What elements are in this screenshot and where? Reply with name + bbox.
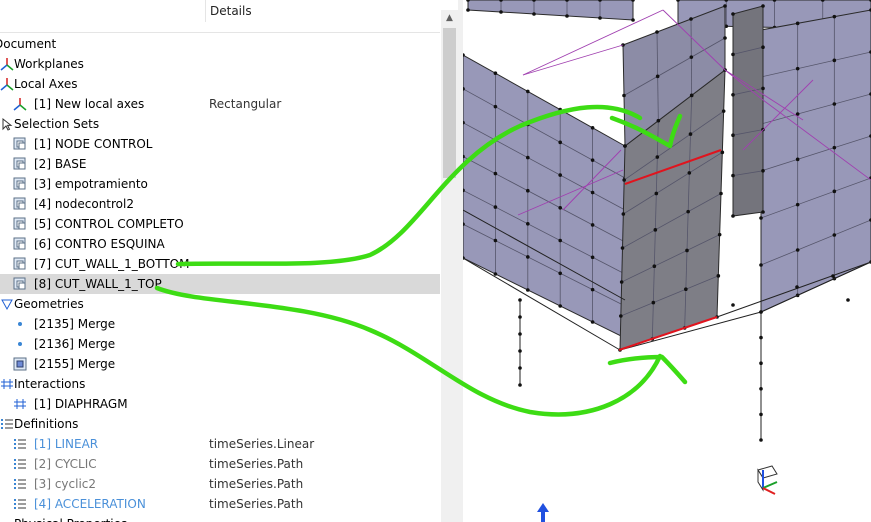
axes-icon	[13, 97, 27, 111]
tree-item-label: Selection Sets	[14, 117, 100, 131]
tree-item-local-axes[interactable]: Local Axes	[0, 74, 440, 94]
tree-item-detail: timeSeries.Path	[209, 477, 304, 491]
tree-item-label: [3] cyclic2	[34, 477, 97, 491]
tree-item-1-new-local-axes[interactable]: [1] New local axes Rectangular	[0, 94, 440, 114]
local-axes-icon	[0, 77, 14, 91]
definitions-icon	[0, 417, 14, 431]
wall-back-left	[466, 0, 635, 22]
tree-item-1-linear[interactable]: [1] LINEAR timeSeries.Linear	[0, 434, 440, 454]
tree-item-label: Document	[0, 37, 57, 51]
tree-item-label: Definitions	[14, 417, 79, 431]
selection-set-icon	[13, 157, 27, 171]
tree-item-document[interactable]: Document	[0, 34, 440, 54]
model-tree-panel: Details Document Workplanes Local Axes [1] …	[0, 0, 458, 522]
selection-sets-icon	[0, 117, 14, 131]
interactions-icon	[0, 377, 14, 391]
model-viewport[interactable]	[463, 0, 871, 522]
tree-item-label: Workplanes	[14, 57, 84, 71]
tree-item-4-nodecontrol2[interactable]: [4] nodecontrol2	[0, 194, 440, 214]
tree-item-label: Physical Properties	[14, 514, 127, 522]
selection-set-icon	[13, 257, 27, 271]
tree-item-5-control-completo[interactable]: [5] CONTROL COMPLETO	[0, 214, 440, 234]
tree-item-label: [1] New local axes	[34, 97, 145, 111]
tree-item-2-base[interactable]: [2] BASE	[0, 154, 440, 174]
model-3d-view[interactable]	[463, 0, 871, 522]
tree-item-interactions[interactable]: Interactions	[0, 374, 440, 394]
axis-triad-icon	[757, 465, 778, 495]
tree-item-6-contro-esquina[interactable]: [6] CONTRO ESQUINA	[0, 234, 440, 254]
tree-item-8-cut-wall-1-top[interactable]: [8] CUT_WALL_1_TOP	[0, 274, 440, 294]
tree-item-label: Geometries	[14, 297, 84, 311]
tree-item-label: [3] empotramiento	[34, 177, 148, 191]
point-icon	[13, 317, 27, 331]
tree-item-label: [2136] Merge	[34, 337, 116, 351]
tree-item-definitions[interactable]: Definitions	[0, 414, 440, 434]
properties-icon	[0, 517, 14, 522]
mesh-icon	[13, 357, 27, 371]
selection-set-icon	[13, 237, 27, 251]
tree-item-label: Local Axes	[14, 77, 78, 91]
tree-item-label: [4] nodecontrol2	[34, 197, 134, 211]
tree-item-label: [2] CYCLIC	[34, 457, 97, 471]
tree-item-label: Interactions	[14, 377, 86, 391]
selection-set-icon	[13, 197, 27, 211]
tree-item-label: [6] CONTRO ESQUINA	[34, 237, 165, 251]
list-icon	[13, 457, 27, 471]
tree-scrollbar[interactable]: ▲	[441, 10, 458, 522]
geometries-icon	[0, 297, 14, 311]
tree-item-2136-merge[interactable]: [2136] Merge	[0, 334, 440, 354]
details-column-header[interactable]: Details	[205, 0, 252, 22]
tree-item-label: [7] CUT_WALL_1_BOTTOM	[34, 257, 190, 271]
tree-item-detail: timeSeries.Path	[209, 497, 304, 511]
tree-item-label: [8] CUT_WALL_1_TOP	[34, 277, 162, 291]
tree-item-1-diaphragm[interactable]: [1] DIAPHRAGM	[0, 394, 440, 414]
list-icon	[13, 497, 27, 511]
wall-right-side	[731, 4, 765, 218]
up-arrow-stem	[541, 511, 545, 522]
up-arrow-icon	[537, 503, 549, 512]
tree-item-2155-merge[interactable]: [2155] Merge	[0, 354, 440, 374]
tree-item-label: [2135] Merge	[34, 317, 116, 331]
tree-item-label: [5] CONTROL COMPLETO	[34, 217, 184, 231]
tree-item-3-cyclic2[interactable]: [3] cyclic2 timeSeries.Path	[0, 474, 440, 494]
tree-item-label: [2] BASE	[34, 157, 87, 171]
selection-set-icon	[13, 277, 27, 291]
tree-item-detail: timeSeries.Path	[209, 457, 304, 471]
list-icon	[13, 437, 27, 451]
tree-item-label: [1] DIAPHRAGM	[34, 397, 128, 411]
tree-item-physical-properties[interactable]: Physical Properties	[0, 514, 440, 522]
tree-item-7-cut-wall-1-bottom[interactable]: [7] CUT_WALL_1_BOTTOM	[0, 254, 440, 274]
tree-item-geometries[interactable]: Geometries	[0, 294, 440, 314]
wall-left-face	[463, 53, 627, 340]
selection-set-icon	[13, 137, 27, 151]
selection-set-icon	[13, 217, 27, 231]
selection-set-icon	[13, 177, 27, 191]
tree-item-label: [1] LINEAR	[34, 437, 99, 451]
tree-item-label: [2155] Merge	[34, 357, 116, 371]
scroll-thumb[interactable]	[443, 28, 456, 178]
diaphragm-icon	[13, 397, 27, 411]
tree-item-detail: timeSeries.Linear	[209, 437, 315, 451]
tree-item-label: [4] ACCELERATION	[34, 497, 146, 511]
tree-item-1-node-control[interactable]: [1] NODE CONTROL	[0, 134, 440, 154]
list-icon	[13, 477, 27, 491]
workplane-icon	[0, 57, 14, 71]
scroll-up-arrow-icon[interactable]: ▲	[441, 10, 458, 27]
tree-item-2135-merge[interactable]: [2135] Merge	[0, 314, 440, 334]
tree-item-selection-sets[interactable]: Selection Sets	[0, 114, 440, 134]
tree-item-detail: Rectangular	[209, 97, 282, 111]
tree-item-3-empotramiento[interactable]: [3] empotramiento	[0, 174, 440, 194]
tree-item-workplanes[interactable]: Workplanes	[0, 54, 440, 74]
point-icon	[13, 337, 27, 351]
tree-item-2-cyclic[interactable]: [2] CYCLIC timeSeries.Path	[0, 454, 440, 474]
tree-item-label: [1] NODE CONTROL	[34, 137, 153, 151]
tree-item-4-acceleration[interactable]: [4] ACCELERATION timeSeries.Path	[0, 494, 440, 514]
